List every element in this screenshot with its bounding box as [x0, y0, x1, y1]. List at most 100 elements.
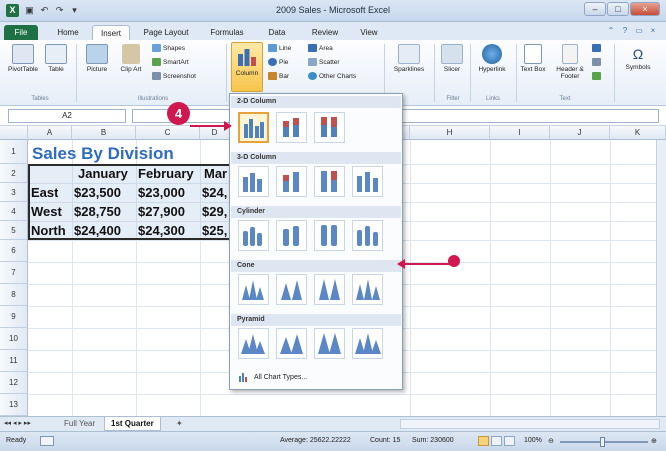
zoom-slider-thumb[interactable]	[600, 437, 605, 447]
tab-data[interactable]: Data	[262, 25, 292, 40]
gridline	[610, 140, 611, 416]
row-header[interactable]: 3	[0, 183, 28, 202]
row-header[interactable]: 13	[0, 394, 28, 416]
3d-pyramid-option[interactable]	[352, 328, 383, 359]
clustered-column-option[interactable]	[238, 112, 269, 143]
pivottable-button[interactable]: PivotTable	[6, 44, 40, 73]
row-header[interactable]: 5	[0, 221, 28, 240]
shapes-button[interactable]: Shapes	[152, 44, 185, 52]
sheet-nav-icons[interactable]: ◂◂ ◂ ▸ ▸▸	[4, 419, 31, 427]
sparklines-icon	[398, 44, 420, 64]
page-break-view-icon[interactable]	[504, 436, 515, 446]
zoom-in-icon[interactable]: ⊕	[651, 437, 657, 445]
group-separator	[76, 44, 77, 102]
stacked-pyramid-option[interactable]	[276, 328, 307, 359]
3d-stacked-column-option[interactable]	[276, 166, 307, 197]
pie-chart-button[interactable]: Pie	[268, 58, 288, 66]
3d-cone-option[interactable]	[352, 274, 383, 305]
column-header-k[interactable]: K	[610, 126, 666, 140]
macro-record-icon[interactable]	[40, 436, 54, 446]
maximize-icon[interactable]: □	[607, 2, 629, 16]
tab-page-layout[interactable]: Page Layout	[136, 25, 196, 40]
clustered-cone-option[interactable]	[238, 274, 269, 305]
slicer-button[interactable]: Slicer	[437, 44, 467, 73]
minimize-icon[interactable]: –	[584, 2, 606, 16]
row-header[interactable]: 4	[0, 202, 28, 221]
row-header[interactable]: 9	[0, 306, 28, 328]
sheet-tab-full-year[interactable]: Full Year	[58, 417, 101, 431]
header-footer-button[interactable]: Header & Footer	[550, 44, 590, 80]
smartart-button[interactable]: SmartArt	[152, 58, 189, 66]
other-charts-button[interactable]: Other Charts	[308, 72, 356, 80]
table-button[interactable]: Table	[42, 44, 70, 73]
100-stacked-cone-option[interactable]	[314, 274, 345, 305]
textbox-button[interactable]: Text Box	[520, 44, 546, 73]
3d-column-option[interactable]	[352, 166, 383, 197]
stacked-cylinder-option[interactable]	[276, 220, 307, 251]
area-chart-button[interactable]: Area	[308, 44, 333, 52]
picture-button[interactable]: Picture	[80, 44, 114, 73]
3d-clustered-column-option[interactable]	[238, 166, 269, 197]
bar-chart-button[interactable]: Bar	[268, 72, 289, 80]
vertical-scrollbar[interactable]	[656, 140, 666, 416]
close-icon[interactable]: ×	[630, 2, 660, 16]
insert-sheet-icon[interactable]: ✦	[170, 417, 189, 431]
hyperlink-label: Hyperlink	[478, 66, 506, 73]
stacked-column-option[interactable]	[276, 112, 307, 143]
smartart-icon	[152, 58, 161, 66]
tab-file[interactable]: File	[4, 25, 38, 40]
column-header-h[interactable]: H	[410, 126, 490, 140]
ribbon-minimize-icon[interactable]: ⌃	[606, 26, 616, 36]
normal-view-icon[interactable]	[478, 436, 489, 446]
column-header-i[interactable]: I	[490, 126, 550, 140]
zoom-level[interactable]: 100%	[524, 437, 542, 444]
100-stacked-pyramid-option[interactable]	[314, 328, 345, 359]
row-header[interactable]: 12	[0, 372, 28, 394]
clustered-cylinder-option[interactable]	[238, 220, 269, 251]
row-header[interactable]: 2	[0, 164, 28, 183]
tab-insert[interactable]: Insert	[92, 25, 130, 40]
tab-home[interactable]: Home	[50, 25, 86, 40]
3d-cylinder-option[interactable]	[352, 220, 383, 251]
tab-view[interactable]: View	[354, 25, 384, 40]
name-box[interactable]: A2	[8, 109, 126, 123]
scatter-chart-button[interactable]: Scatter	[308, 58, 340, 66]
line-chart-button[interactable]: Line	[268, 44, 291, 52]
sparklines-button[interactable]: Sparklines	[388, 44, 430, 73]
zoom-out-icon[interactable]: ⊖	[548, 437, 554, 445]
signature-line-button[interactable]	[592, 58, 601, 66]
help-icon[interactable]: ?	[620, 26, 630, 36]
hyperlink-button[interactable]: Hyperlink	[472, 44, 512, 73]
3d-100-stacked-column-option[interactable]	[314, 166, 345, 197]
column-header-a[interactable]: A	[28, 126, 72, 140]
symbols-button[interactable]: Ω Symbols	[618, 44, 658, 71]
clipart-button[interactable]: Clip Art	[118, 44, 144, 73]
horizontal-scrollbar[interactable]	[400, 419, 660, 429]
row-header[interactable]: 1	[0, 140, 28, 164]
100-stacked-cylinder-option[interactable]	[314, 220, 345, 251]
screenshot-button[interactable]: Screenshot	[152, 72, 196, 80]
object-button[interactable]	[592, 72, 601, 80]
tab-review[interactable]: Review	[306, 25, 344, 40]
100-stacked-column-option[interactable]	[314, 112, 345, 143]
column-chart-button[interactable]: Column	[231, 42, 263, 92]
column-header-b[interactable]: B	[72, 126, 136, 140]
tab-formulas[interactable]: Formulas	[204, 25, 250, 40]
row-header[interactable]: 11	[0, 350, 28, 372]
wordart-button[interactable]	[592, 44, 601, 52]
restore-icon[interactable]: ▭	[634, 26, 644, 36]
clustered-pyramid-option[interactable]	[238, 328, 269, 359]
page-layout-view-icon[interactable]	[491, 436, 502, 446]
column-header-j[interactable]: J	[550, 126, 610, 140]
stacked-cone-option[interactable]	[276, 274, 307, 305]
row-header[interactable]: 8	[0, 284, 28, 306]
row-header[interactable]: 7	[0, 262, 28, 284]
close-workbook-icon[interactable]: ×	[648, 26, 658, 36]
row-header[interactable]: 6	[0, 240, 28, 262]
column-header-c[interactable]: C	[136, 126, 200, 140]
all-chart-types-link[interactable]: All Chart Types...	[238, 372, 307, 382]
header-march: Mar	[204, 166, 228, 181]
row-header[interactable]: 10	[0, 328, 28, 350]
sheet-tab-1st-quarter[interactable]: 1st Quarter	[104, 417, 161, 431]
select-all-corner[interactable]	[0, 126, 28, 140]
